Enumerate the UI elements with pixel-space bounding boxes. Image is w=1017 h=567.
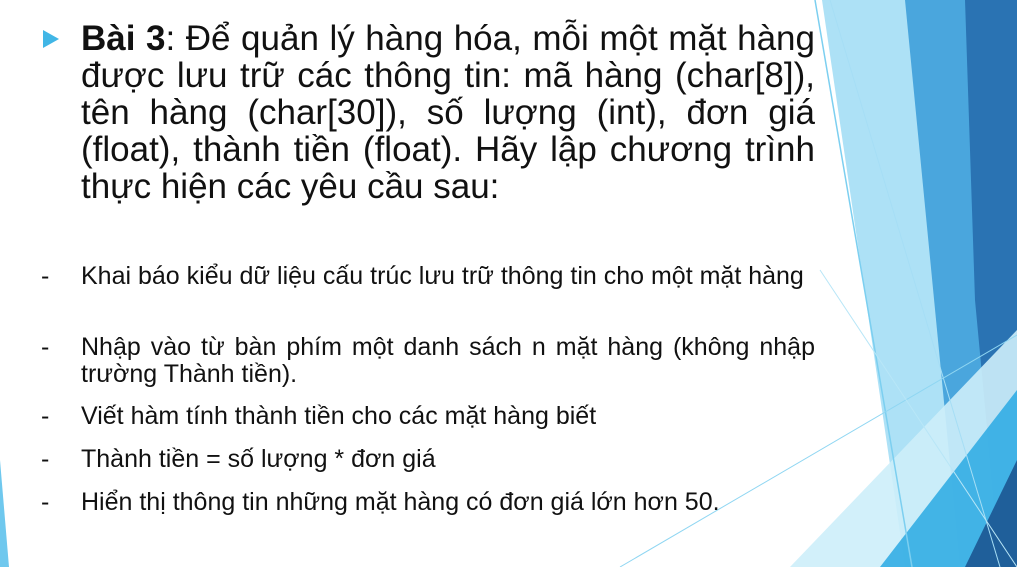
- heading-bullet-arrow-icon: [43, 30, 59, 48]
- list-item-text: Khai báo kiểu dữ liệu cấu trúc lưu trữ t…: [81, 262, 804, 290]
- list-item-marker: -: [41, 402, 50, 430]
- exercise-description: : Để quản lý hàng hóa, mỗi một mặt hàng …: [81, 19, 815, 206]
- list-item-text: Nhập vào từ bàn phím một danh sách n mặt…: [81, 333, 815, 388]
- slide: Bài 3: Để quản lý hàng hóa, mỗi một mặt …: [0, 0, 1017, 567]
- list-item-marker: -: [41, 488, 50, 516]
- slide-content: Bài 3: Để quản lý hàng hóa, mỗi một mặt …: [0, 0, 1017, 567]
- list-item-marker: -: [41, 262, 50, 290]
- list-item-text: Thành tiền = số lượng * đơn giá: [81, 445, 436, 473]
- list-item-marker: -: [41, 333, 50, 361]
- exercise-label: Bài 3: [81, 19, 166, 58]
- exercise-heading: Bài 3: Để quản lý hàng hóa, mỗi một mặt …: [81, 20, 815, 205]
- list-item-text: Hiển thị thông tin những mặt hàng có đơn…: [81, 488, 720, 516]
- list-item-text: Viết hàm tính thành tiền cho các mặt hàn…: [81, 402, 597, 430]
- list-item-marker: -: [41, 445, 50, 473]
